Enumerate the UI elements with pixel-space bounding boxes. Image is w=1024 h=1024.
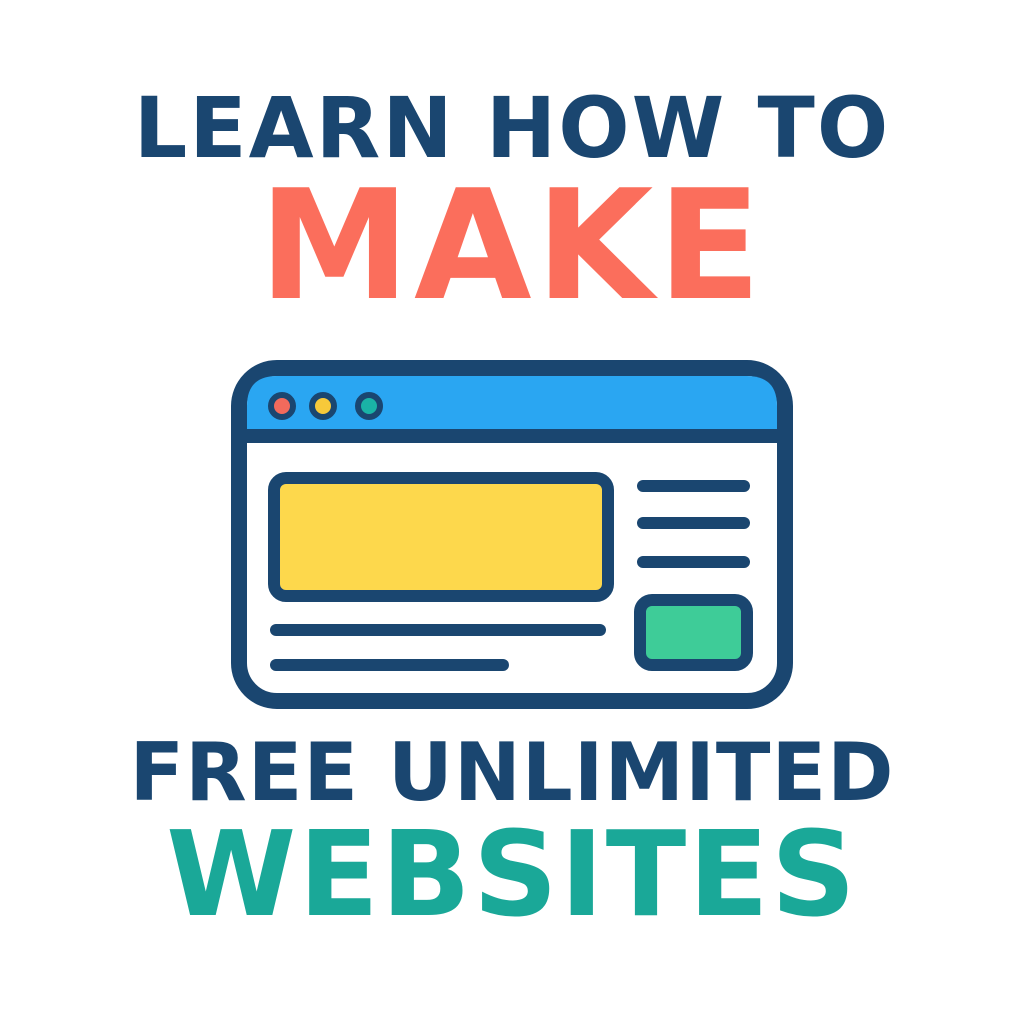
window-dot-red — [268, 392, 296, 420]
window-dot-yellow — [309, 392, 337, 420]
poster: LEARN HOW TO MAKE FREE UNLIMITED WEBSITE… — [0, 0, 1024, 1024]
headline-line-free-unlimited: FREE UNLIMITED — [129, 726, 895, 819]
headline-line-make: MAKE — [258, 157, 766, 334]
headline-line-websites: WEBSITES — [166, 805, 858, 943]
browser-title-bar — [247, 376, 777, 436]
window-dot-teal — [355, 392, 383, 420]
button-block — [634, 594, 753, 671]
hero-block — [268, 472, 614, 602]
browser-frame — [231, 360, 793, 709]
